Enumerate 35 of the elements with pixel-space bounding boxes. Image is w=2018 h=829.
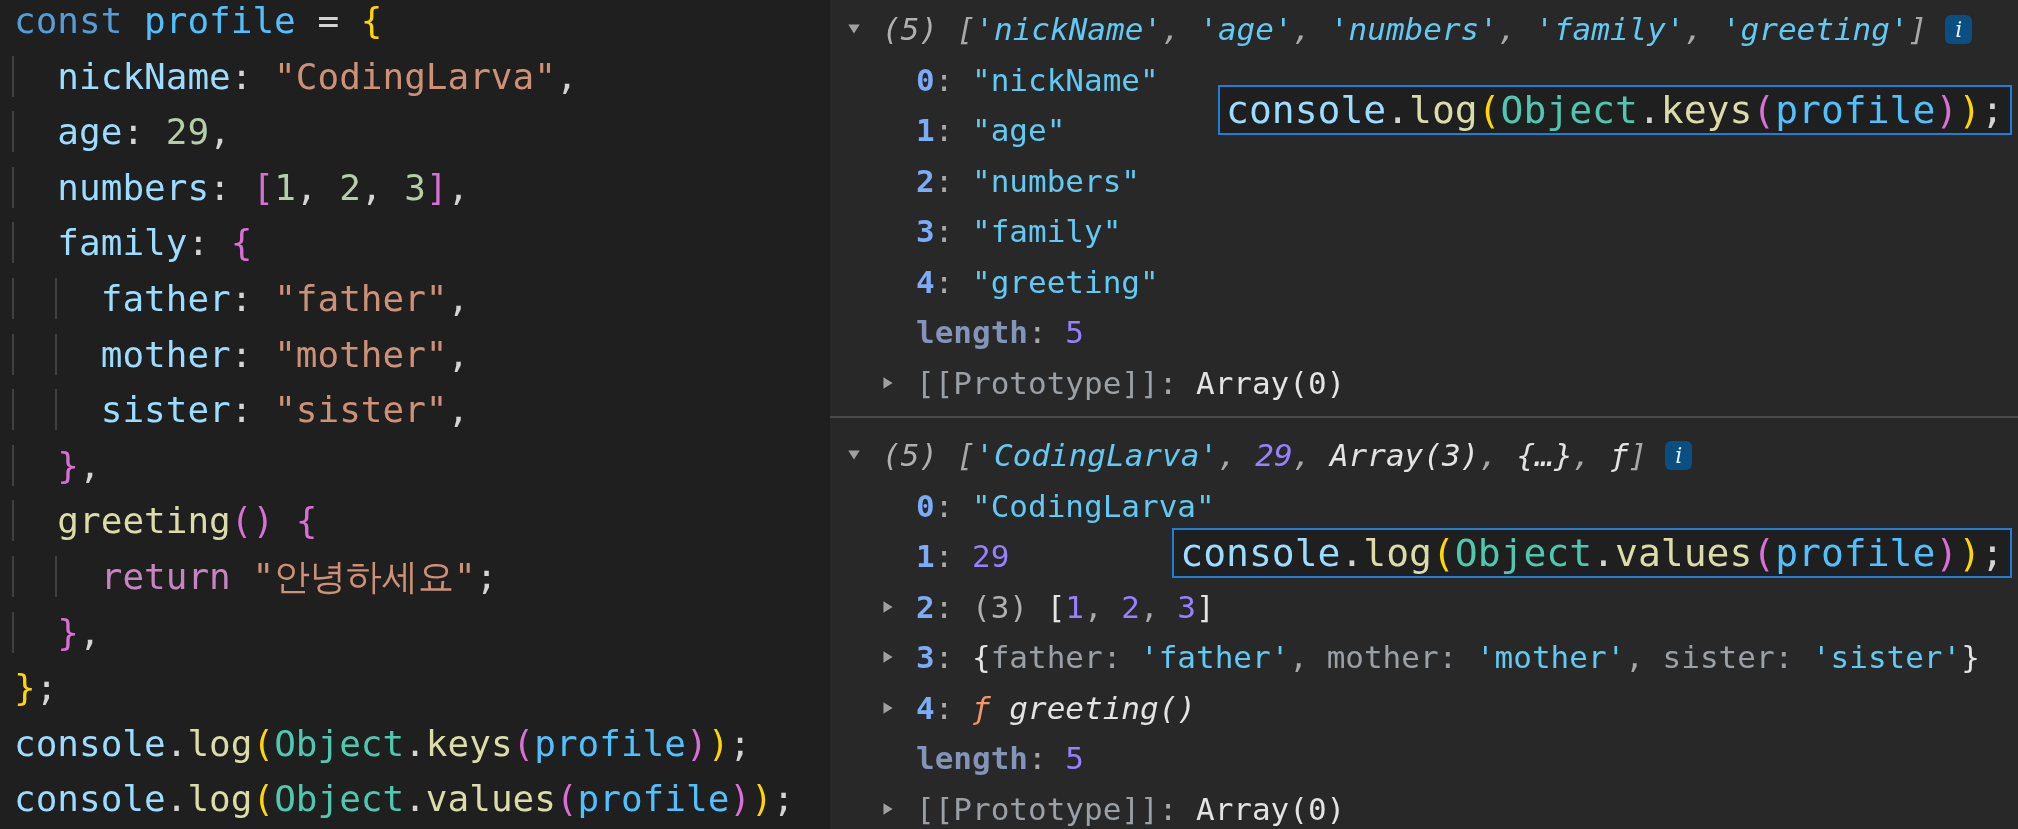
array-entry[interactable]: 3: {father: 'father', mother: 'mother', sister: 'sister'} bbox=[916, 639, 1980, 676]
array-entry: 3: "family" bbox=[916, 213, 1122, 250]
code-line: console.log(Object.keys(profile)); bbox=[14, 721, 752, 766]
code-line: family: { bbox=[14, 215, 253, 271]
array-entry: 0: "CodingLarva" bbox=[916, 487, 1215, 524]
array-entry: length: 5 bbox=[916, 314, 1084, 351]
code-line: sister: "sister", bbox=[14, 382, 470, 438]
code-line: }, bbox=[14, 437, 101, 494]
array-summary[interactable]: (5) ['nickName', 'age', 'numbers', 'family', 'greeting'] bbox=[882, 11, 1928, 48]
info-badge[interactable]: i bbox=[1945, 14, 1973, 44]
code-line: father: "father", bbox=[14, 270, 470, 327]
code-line: console.log(Object.values(profile)); bbox=[14, 777, 795, 822]
code-callout: console.log(Object.values(profile)); bbox=[1172, 528, 2012, 578]
array-entry[interactable]: [[Prototype]]: Array(0) bbox=[916, 790, 1346, 827]
code-line: numbers: [1, 2, 3], bbox=[14, 159, 470, 216]
array-entry[interactable]: [[Prototype]]: Array(0) bbox=[916, 364, 1346, 401]
code-line: nickName: "CodingLarva", bbox=[14, 48, 578, 105]
array-entry[interactable]: 4: ƒ greeting() bbox=[916, 689, 1196, 726]
array-entry[interactable]: 2: (3) [1, 2, 3] bbox=[916, 588, 1215, 625]
info-badge[interactable]: i bbox=[1665, 440, 1693, 470]
array-entry: 4: "greeting" bbox=[916, 263, 1159, 300]
array-summary[interactable]: (5) ['CodingLarva', 29, Array(3), {…}, ƒ] bbox=[882, 437, 1648, 474]
array-entry: 2: "numbers" bbox=[916, 162, 1140, 199]
array-entry: 0: "nickName" bbox=[916, 61, 1159, 98]
array-entry: 1: 29 bbox=[916, 538, 1010, 575]
array-entry: 1: "age" bbox=[916, 112, 1066, 149]
code-line: greeting() { bbox=[14, 493, 318, 549]
array-entry: length: 5 bbox=[916, 740, 1084, 777]
code-line: mother: "mother", bbox=[14, 326, 470, 383]
code-line: const profile = { bbox=[14, 0, 383, 43]
code-line: }, bbox=[14, 604, 101, 661]
code-line: age: 29, bbox=[14, 104, 231, 160]
code-line: }; bbox=[14, 666, 58, 711]
code-line: return "안녕하세요"; bbox=[14, 548, 498, 605]
code-callout: console.log(Object.keys(profile)); bbox=[1218, 85, 2012, 135]
